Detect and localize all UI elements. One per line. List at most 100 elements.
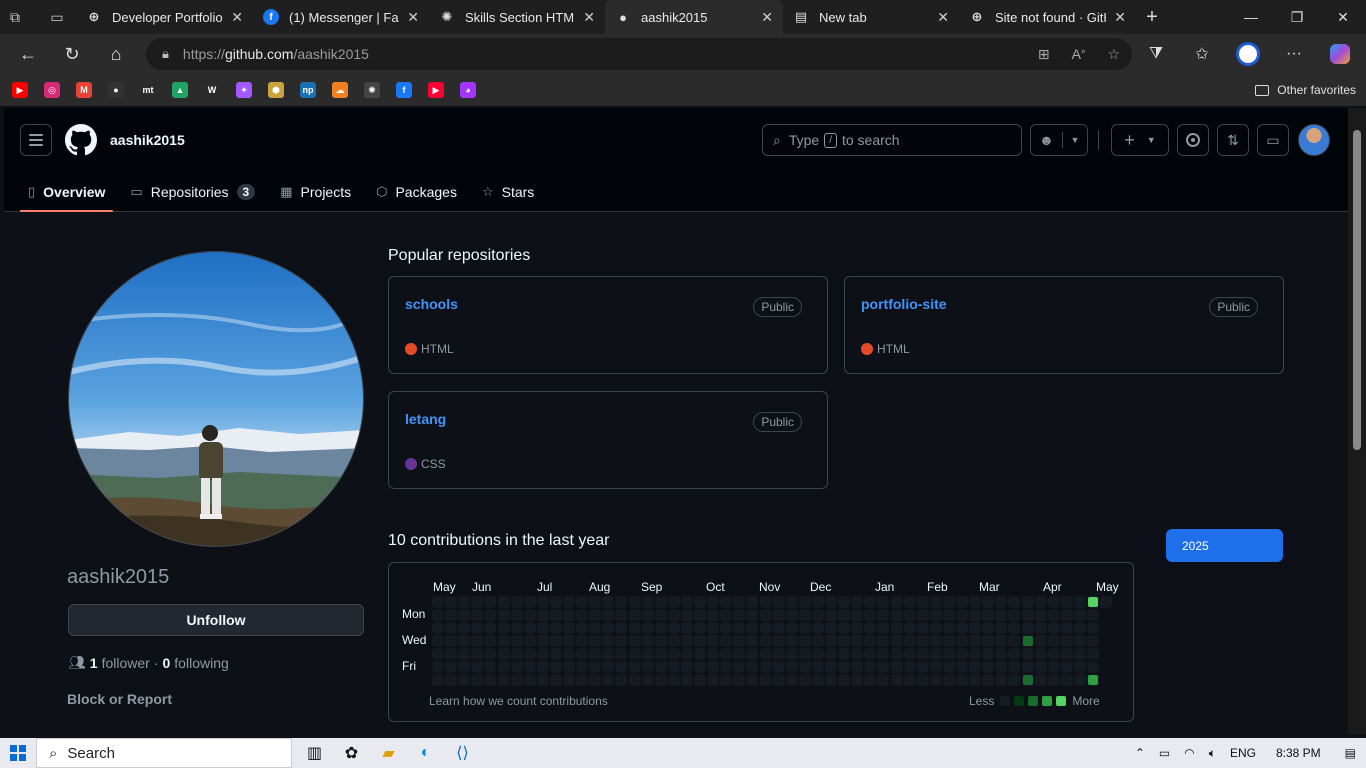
contribution-day-cell[interactable]	[471, 622, 484, 634]
contribution-day-cell[interactable]	[602, 596, 615, 608]
contribution-day-cell[interactable]	[720, 609, 733, 621]
contribution-day-cell[interactable]	[942, 622, 955, 634]
contribution-day-cell[interactable]	[1034, 661, 1047, 673]
contribution-day-cell[interactable]	[523, 609, 536, 621]
contribution-day-cell[interactable]	[1008, 596, 1021, 608]
page-scrollbar[interactable]	[1348, 108, 1366, 734]
contribution-day-cell[interactable]	[602, 661, 615, 673]
contribution-day-cell[interactable]	[995, 674, 1008, 686]
browser-tab[interactable]: f (1) Messenger | Faceb ✕	[253, 0, 429, 34]
repo-name-link[interactable]: letang	[405, 411, 446, 427]
contribution-day-cell[interactable]	[707, 648, 720, 660]
contribution-day-cell[interactable]	[523, 635, 536, 647]
contribution-day-cell[interactable]	[1060, 635, 1073, 647]
contribution-day-cell[interactable]	[1060, 622, 1073, 634]
contribution-day-cell[interactable]	[759, 661, 772, 673]
contribution-day-cell[interactable]	[720, 674, 733, 686]
contribution-day-cell[interactable]	[536, 635, 549, 647]
contribution-day-cell[interactable]	[654, 674, 667, 686]
contribution-day-cell[interactable]	[877, 635, 890, 647]
contribution-day-cell[interactable]	[1047, 622, 1060, 634]
contribution-day-cell[interactable]	[733, 674, 746, 686]
contribution-day-cell[interactable]	[982, 648, 995, 660]
contribution-day-cell[interactable]	[772, 609, 785, 621]
contribution-day-cell[interactable]	[1034, 635, 1047, 647]
contribution-day-cell[interactable]	[825, 635, 837, 647]
contribution-day-cell[interactable]	[903, 674, 916, 686]
contribution-day-cell[interactable]	[536, 674, 549, 686]
contribution-day-cell[interactable]	[589, 622, 602, 634]
contribution-day-cell[interactable]	[811, 661, 824, 673]
app-available-icon[interactable]: ⊞	[1038, 46, 1050, 63]
contribution-day-cell[interactable]	[733, 648, 746, 660]
contribution-day-cell[interactable]	[903, 596, 916, 608]
contribution-day-cell[interactable]	[497, 648, 510, 660]
contribution-day-cell[interactable]	[969, 674, 982, 686]
contribution-day-cell[interactable]	[995, 661, 1008, 673]
contribution-day-cell[interactable]	[654, 635, 667, 647]
contribution-day-cell[interactable]	[589, 648, 602, 660]
contribution-day-cell[interactable]	[746, 596, 759, 608]
contribution-day-cell[interactable]	[903, 635, 916, 647]
home-button[interactable]: ⌂	[96, 34, 136, 74]
contribution-day-cell[interactable]	[602, 622, 615, 634]
contribution-day-cell[interactable]	[903, 661, 916, 673]
contribution-day-cell[interactable]	[680, 635, 693, 647]
contribution-day-cell[interactable]	[549, 661, 562, 673]
contribution-day-cell[interactable]	[759, 648, 772, 660]
user-avatar[interactable]	[1298, 124, 1330, 156]
contribution-day-cell[interactable]	[903, 622, 916, 634]
contribution-day-cell[interactable]	[510, 596, 523, 608]
contribution-day-cell[interactable]	[510, 674, 523, 686]
contribution-day-cell[interactable]	[536, 661, 549, 673]
contribution-day-cell[interactable]	[523, 674, 536, 686]
contribution-day-cell[interactable]	[1008, 674, 1021, 686]
contribution-day-cell[interactable]	[1060, 674, 1073, 686]
issues-button[interactable]	[1177, 124, 1209, 156]
contribution-day-cell[interactable]	[1021, 622, 1034, 634]
contribution-day-cell[interactable]	[707, 661, 720, 673]
contribution-day-cell[interactable]	[523, 661, 536, 673]
repo-name-link[interactable]: portfolio-site	[861, 296, 947, 312]
repo-name-link[interactable]: schools	[405, 296, 458, 312]
contribution-day-cell[interactable]	[667, 674, 680, 686]
contribution-day-cell[interactable]	[445, 674, 458, 686]
contribution-day-cell[interactable]	[982, 596, 995, 608]
read-aloud-icon[interactable]: A»	[1072, 46, 1086, 62]
contribution-day-cell[interactable]	[694, 622, 706, 634]
contribution-day-cell[interactable]	[563, 609, 575, 621]
contribution-day-cell[interactable]	[890, 674, 903, 686]
copilot-icon[interactable]	[1324, 38, 1356, 70]
contribution-day-cell[interactable]	[1087, 596, 1099, 608]
contribution-day-cell[interactable]	[916, 622, 929, 634]
contribution-day-cell[interactable]	[1034, 674, 1047, 686]
contribution-day-cell[interactable]	[536, 609, 549, 621]
contribution-day-cell[interactable]	[772, 596, 785, 608]
contribution-day-cell[interactable]	[432, 596, 444, 608]
contribution-day-cell[interactable]	[746, 609, 759, 621]
contribution-day-cell[interactable]	[1060, 609, 1073, 621]
chatgpt-icon[interactable]: ✺	[364, 82, 380, 98]
contribution-day-cell[interactable]	[497, 661, 510, 673]
contribution-day-cell[interactable]	[851, 648, 864, 660]
favorite-star-icon[interactable]: ☆	[1107, 46, 1120, 63]
contribution-day-cell[interactable]	[458, 648, 471, 660]
file-explorer-icon[interactable]: ▰	[370, 738, 407, 768]
wikipedia-icon[interactable]: W	[204, 82, 220, 98]
contribution-day-cell[interactable]	[641, 609, 654, 621]
contribution-day-cell[interactable]	[445, 648, 458, 660]
contribution-day-cell[interactable]	[720, 661, 733, 673]
contribution-day-cell[interactable]	[471, 648, 484, 660]
contribution-day-cell[interactable]	[1073, 635, 1086, 647]
contribution-day-cell[interactable]	[759, 635, 772, 647]
vertical-tabs-icon[interactable]: ▭	[42, 0, 72, 34]
contribution-day-cell[interactable]	[471, 596, 484, 608]
contribution-day-cell[interactable]	[667, 596, 680, 608]
contribution-day-cell[interactable]	[746, 622, 759, 634]
contribution-day-cell[interactable]	[523, 596, 536, 608]
contribution-day-cell[interactable]	[1087, 674, 1099, 686]
contribution-day-cell[interactable]	[785, 661, 798, 673]
cloud-icon[interactable]: ☁	[332, 82, 348, 98]
tortoise-icon[interactable]: ⬢	[268, 82, 284, 98]
contribution-day-cell[interactable]	[838, 648, 851, 660]
